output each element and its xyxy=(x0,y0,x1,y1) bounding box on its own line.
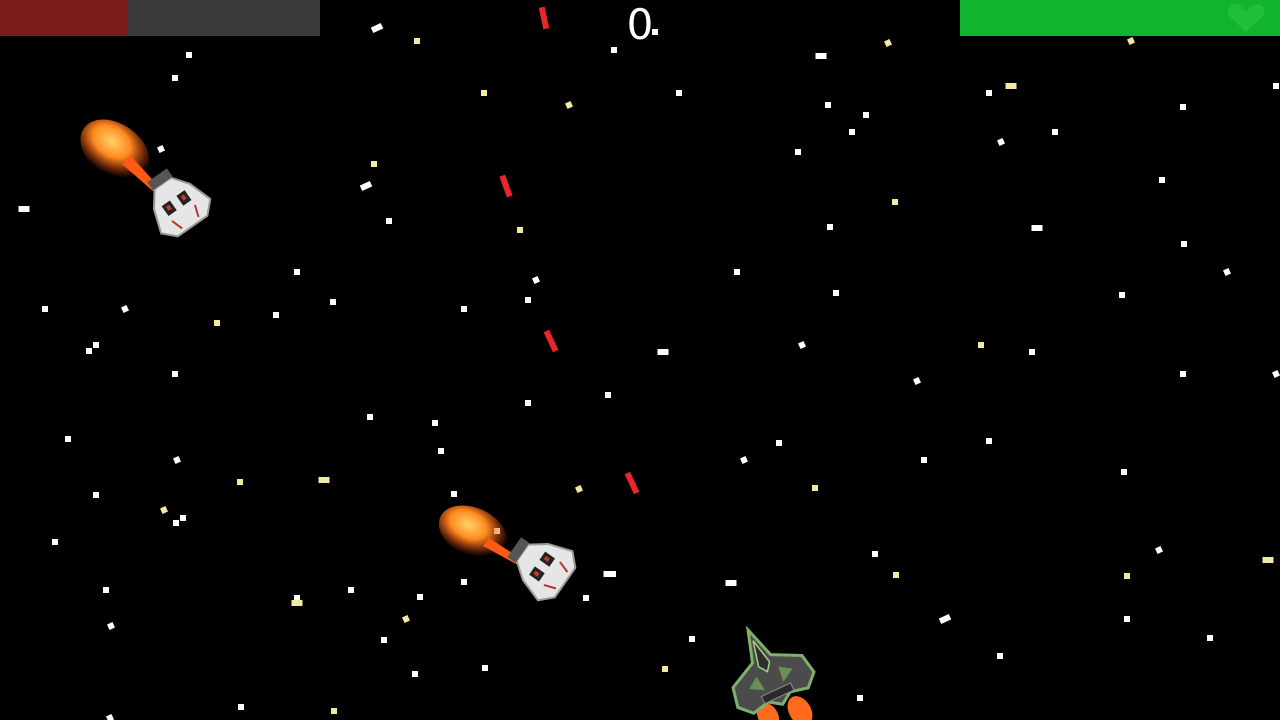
enemy-ship-body xyxy=(507,537,577,602)
enemy-ship xyxy=(80,119,212,238)
heart-icon xyxy=(1227,3,1265,33)
game-canvas: 0 xyxy=(0,0,1280,720)
thruster-flame xyxy=(80,119,160,192)
enemy-ship xyxy=(438,505,577,602)
enemy-laser xyxy=(499,174,513,198)
enemy-laser xyxy=(538,6,550,30)
enemy-health-bar-fill xyxy=(0,0,128,36)
score-counter: 0 xyxy=(626,0,654,49)
enemy-health-bar xyxy=(0,0,320,36)
player-health-bar xyxy=(960,0,1280,36)
player-ship[interactable] xyxy=(700,615,840,720)
enemy-laser xyxy=(543,329,559,353)
enemy-laser xyxy=(624,471,640,495)
